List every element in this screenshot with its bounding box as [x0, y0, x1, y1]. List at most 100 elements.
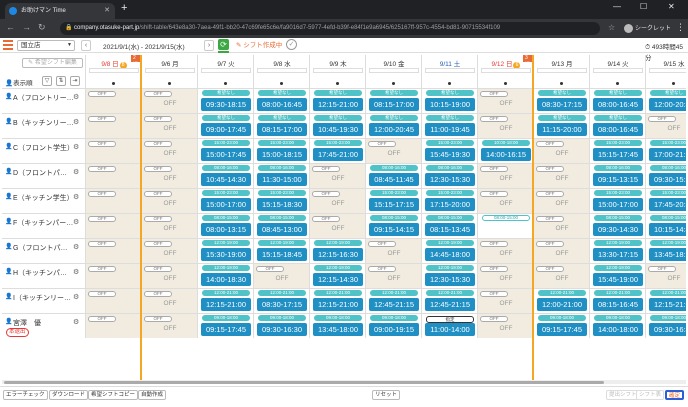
shift-time[interactable]: 10:45-14:30	[201, 173, 251, 186]
close-tab-icon[interactable]: ✕	[104, 3, 110, 19]
shift-time[interactable]: 09:15-13:15	[593, 173, 643, 186]
shift-cell[interactable]: 希望なし 08:00-16:45	[589, 88, 645, 113]
shift-cell[interactable]: OFF OFF	[141, 288, 197, 313]
shift-cell[interactable]: 希望なし 12:00-20:45	[645, 88, 686, 113]
shift-cell[interactable]: OFF OFF	[141, 163, 197, 188]
shift-cell[interactable]: 希望なし 09:30-18:15	[197, 88, 253, 113]
shift-cell[interactable]: 15:00-23:00 15:15-18:30	[253, 188, 309, 213]
gear-icon[interactable]: ⚙	[73, 168, 79, 176]
shift-time[interactable]: 15:15-18:30	[257, 198, 307, 211]
check-circle-icon[interactable]: ✓	[286, 39, 297, 50]
employee-name[interactable]: F（キッチンパー…	[13, 218, 73, 228]
shift-cell[interactable]: 15:00-23:00 15:00-18:15	[253, 138, 309, 163]
shift-time[interactable]: 08:15-17:00	[257, 123, 307, 136]
shift-time[interactable]: 10:45-19:30	[313, 123, 363, 136]
shift-cell[interactable]: 12:00-19:00 12:30-15:30	[421, 263, 477, 288]
shift-cell[interactable]: 10:00-18:00 14:00-16:15	[477, 138, 533, 163]
shift-time[interactable]: 14:00-18:30	[201, 273, 251, 286]
shift-cell[interactable]: 12:00-21:00 08:30-17:15	[253, 288, 309, 313]
shift-cell[interactable]: OFF	[85, 213, 141, 238]
shift-time[interactable]: 15:15-17:45	[593, 148, 643, 161]
employee-name[interactable]: I（キッチンリー…	[13, 293, 73, 303]
shift-cell[interactable]: OFF OFF	[533, 163, 589, 188]
shift-cell[interactable]: OFF	[85, 188, 141, 213]
shift-cell[interactable]: OFF OFF	[477, 163, 533, 188]
shift-cell[interactable]: 15:00-23:00 15:15-17:45	[589, 138, 645, 163]
shift-cell[interactable]: 09:00-18:00 13:45-18:00	[309, 313, 365, 338]
shift-cell[interactable]: 09:00-18:00 09:15-17:45	[197, 313, 253, 338]
shift-cell[interactable]: 指定 11:00-14:00	[421, 313, 477, 338]
shift-cell[interactable]: 08:00-15:00 08:00-13:15	[197, 213, 253, 238]
shift-cell[interactable]: OFF OFF	[141, 88, 197, 113]
shift-cell[interactable]: OFF OFF	[141, 313, 197, 338]
shift-cell[interactable]: 15:00-23:00 17:45-21:00	[309, 138, 365, 163]
shift-cell[interactable]: OFF	[85, 313, 141, 338]
shift-cell[interactable]: OFF OFF	[477, 288, 533, 313]
shift-cell[interactable]: OFF OFF	[477, 113, 533, 138]
shift-time[interactable]: 13:45-18:00	[313, 323, 363, 336]
shift-cell[interactable]: OFF	[85, 88, 141, 113]
shift-cell[interactable]: OFF OFF	[477, 313, 533, 338]
day-header[interactable]: 9/14 火	[589, 55, 645, 88]
shift-cell[interactable]: OFF	[85, 288, 141, 313]
shift-cell[interactable]: OFF OFF	[533, 213, 589, 238]
minimize-icon[interactable]: —	[613, 2, 621, 11]
shift-cell[interactable]: 09:00-18:00 09:15-17:45	[533, 313, 589, 338]
shift-cell[interactable]: 09:00-18:00 14:00-18:00	[589, 313, 645, 338]
shift-time[interactable]: 08:45-13:00	[257, 223, 307, 236]
shift-time[interactable]: 09:00-17:45	[201, 123, 251, 136]
shift-cell[interactable]: OFF OFF	[141, 113, 197, 138]
shift-cell[interactable]: 09:00-18:00 09:30-16:30	[253, 313, 309, 338]
shift-time[interactable]: 12:45-21:15	[369, 298, 419, 311]
shift-cell[interactable]: OFF	[85, 138, 141, 163]
shift-cell[interactable]: 希望なし 10:45-19:30	[309, 113, 365, 138]
gear-icon[interactable]: ⚙	[73, 218, 79, 226]
shift-cell[interactable]: 希望なし 11:00-19:45	[421, 113, 477, 138]
horizontal-scrollbar[interactable]	[2, 380, 686, 384]
shift-time[interactable]: 13:45-18:30	[649, 248, 686, 261]
gear-icon[interactable]: ⚙	[73, 118, 79, 126]
maximize-icon[interactable]: ☐	[640, 2, 647, 11]
browser-menu-icon[interactable]: ⋮	[676, 22, 685, 33]
shift-time[interactable]: 08:00-16:45	[257, 98, 307, 111]
shift-cell[interactable]: 希望なし 12:15-21:00	[309, 88, 365, 113]
day-header[interactable]: 9/10 金	[365, 55, 421, 88]
shift-time[interactable]: 08:00-16:45	[593, 123, 643, 136]
day-header[interactable]: 9/8 水	[253, 55, 309, 88]
shift-cell[interactable]: 希望なし 11:15-20:00	[533, 113, 589, 138]
shift-cell[interactable]: 15:00-23:00 15:15-17:15	[365, 188, 421, 213]
shift-cell[interactable]: OFF OFF	[477, 88, 533, 113]
shift-time[interactable]: 15:00-17:00	[201, 198, 251, 211]
shift-cell[interactable]: OFF OFF	[533, 188, 589, 213]
shift-cell[interactable]: OFF	[85, 238, 141, 263]
employee-name[interactable]: B（キッチンリー…	[13, 118, 73, 128]
employee-name[interactable]: E（キッチン学生）	[13, 193, 73, 203]
shift-cell[interactable]: OFF OFF	[253, 263, 309, 288]
shift-time[interactable]: 08:15-17:00	[369, 98, 419, 111]
shift-time[interactable]: 11:00-19:45	[425, 123, 475, 136]
store-select[interactable]: 国立店 ▼	[17, 40, 75, 51]
shift-time[interactable]: 11:30-15:00	[257, 173, 307, 186]
shift-cell[interactable]: OFF OFF	[141, 138, 197, 163]
shift-cell[interactable]: 08:00-16:00 08:45-11:45	[365, 163, 421, 188]
collapse-icon[interactable]: ⇥	[70, 76, 80, 86]
shift-cell[interactable]: 希望なし 08:00-16:45	[253, 88, 309, 113]
prev-period-button[interactable]: ‹	[81, 40, 91, 51]
shift-cell[interactable]: 12:00-21:00 12:45-21:15	[365, 288, 421, 313]
shift-time[interactable]: 11:00-14:00	[425, 323, 475, 336]
refresh-button[interactable]: ⟳	[218, 39, 229, 50]
shift-time[interactable]: 09:15-17:45	[537, 323, 587, 336]
shift-cell[interactable]: 希望なし 12:00-20:45	[365, 113, 421, 138]
shift-cell[interactable]: 12:00-21:00 12:15-21:00	[309, 288, 365, 313]
shift-time[interactable]: 15:15-17:15	[369, 198, 419, 211]
shift-time[interactable]: 09:30-16:45	[649, 323, 686, 336]
shift-cell[interactable]: 希望なし 08:30-17:15	[533, 88, 589, 113]
shift-cell[interactable]: 08:00-15:00 09:15-14:15	[365, 213, 421, 238]
day-header[interactable]: 9/6 月	[141, 55, 197, 88]
shift-cell[interactable]: OFF	[85, 113, 141, 138]
shift-time[interactable]: 15:00-17:00	[593, 198, 643, 211]
employee-name[interactable]: D（フロントパ…	[13, 168, 73, 178]
gear-icon[interactable]: ⚙	[73, 93, 79, 101]
shift-cell[interactable]: OFF OFF	[533, 138, 589, 163]
shift-time[interactable]: 14:00-16:15	[481, 148, 531, 161]
